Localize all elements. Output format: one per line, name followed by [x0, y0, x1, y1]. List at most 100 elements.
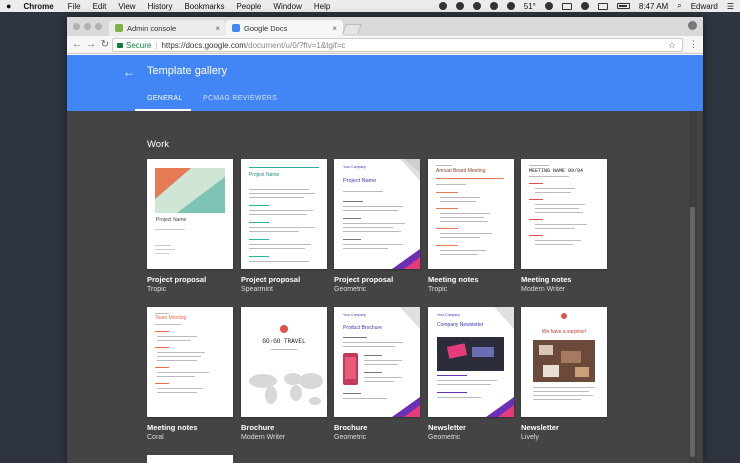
profile-icon[interactable]	[688, 21, 697, 30]
tab-label: Admin console	[127, 23, 177, 33]
shield-status-icon[interactable]	[472, 2, 481, 10]
clock[interactable]: 8:47 AM	[639, 2, 668, 11]
template-name: Meeting notes	[521, 275, 572, 284]
list-icon[interactable]: ☰	[727, 2, 734, 11]
thumb-title: Project Name	[343, 178, 377, 184]
thumb-title: Annual Board Meeting	[436, 168, 486, 174]
wifi-icon[interactable]	[544, 2, 553, 10]
thumb-title: Team Meeting	[155, 315, 187, 321]
template-style: Tropic	[428, 286, 448, 293]
thumb-company: Your Company	[343, 165, 367, 169]
browser-menu-icon[interactable]: ⋮	[689, 39, 698, 50]
forward-button[interactable]: →	[84, 39, 98, 50]
close-tab-icon[interactable]: ×	[332, 24, 337, 33]
template-style: Spearmint	[241, 286, 273, 293]
template-card-project-proposal-tropic[interactable]: Project Name	[147, 159, 233, 269]
template-style: Geometric	[428, 434, 461, 441]
weather-icon[interactable]	[506, 2, 515, 10]
template-style: Lively	[521, 434, 539, 441]
menu-edit[interactable]: Edit	[93, 2, 107, 11]
template-card-brochure-modern-writer[interactable]: GO·GO TRAVEL	[241, 307, 327, 417]
template-style: Geometric	[334, 286, 367, 293]
gallery-header: ← Template gallery GENERAL PCMAG REVIEWE…	[67, 55, 703, 111]
tab-google-docs[interactable]: Google Docs ×	[226, 20, 343, 36]
tab-general[interactable]: GENERAL	[147, 95, 183, 102]
display-icon[interactable]	[597, 2, 608, 10]
menu-bookmarks[interactable]: Bookmarks	[184, 2, 224, 11]
thumb-title: MEETING NAME 09/04	[529, 168, 584, 174]
template-card-meeting-notes-tropic[interactable]: Annual Board Meeting	[428, 159, 514, 269]
thumbnail-lively-photo	[533, 313, 595, 382]
template-name: Newsletter	[428, 423, 466, 432]
tab-admin-console[interactable]: Admin console ×	[109, 20, 226, 36]
thumbnail-geometric-decoration	[343, 307, 420, 417]
user-name[interactable]: Edward	[691, 2, 718, 11]
admin-favicon-icon	[115, 24, 123, 32]
thumb-title: Company Newsletter	[437, 322, 484, 328]
back-arrow-icon[interactable]: ←	[123, 65, 135, 79]
template-name: Project proposal	[147, 275, 207, 284]
template-name: Brochure	[241, 423, 275, 432]
apple-icon[interactable]: ●	[6, 1, 11, 11]
menu-app-name[interactable]: Chrome	[23, 2, 53, 11]
menu-history[interactable]: History	[148, 2, 173, 11]
thumb-company: Your Company	[343, 313, 367, 317]
template-card-project-proposal-spearmint[interactable]: Project Name	[241, 159, 327, 269]
template-name: Newsletter	[521, 423, 559, 432]
info-status-icon[interactable]	[489, 2, 498, 10]
volume-icon[interactable]	[580, 2, 589, 10]
section-title: Work	[147, 139, 169, 150]
settings-status-icon[interactable]	[438, 2, 447, 10]
separator: |	[155, 40, 158, 50]
thumb-brand: GO·GO TRAVEL	[262, 338, 306, 345]
secure-label: Secure	[126, 40, 152, 50]
minimize-window-button[interactable]	[84, 23, 91, 30]
template-card-partial[interactable]	[147, 455, 233, 463]
close-window-button[interactable]	[73, 23, 80, 30]
template-card-newsletter-geometric[interactable]: Your Company Company Newsletter	[428, 307, 514, 417]
template-style: Modern Writer	[241, 434, 286, 441]
tab-label: Google Docs	[244, 23, 288, 33]
template-name: Meeting notes	[147, 423, 198, 432]
airplay-icon[interactable]	[561, 2, 572, 10]
template-style: Tropic	[147, 286, 167, 293]
template-name: Brochure	[334, 423, 368, 432]
menu-file[interactable]: File	[68, 2, 81, 11]
address-bar[interactable]: Secure | https://docs.google.com /docume…	[112, 38, 683, 52]
template-name: Project proposal	[241, 275, 301, 284]
menu-help[interactable]: Help	[314, 2, 330, 11]
temperature-readout: 51°	[523, 1, 536, 11]
url-host: https://docs.google.com	[161, 40, 246, 50]
template-card-brochure-geometric[interactable]: Your Company Product Brochure	[334, 307, 420, 417]
template-style: Coral	[147, 434, 164, 441]
scrollbar-thumb[interactable]	[690, 207, 695, 457]
close-tab-icon[interactable]: ×	[215, 24, 220, 33]
search-icon[interactable]: ⌕	[677, 1, 681, 11]
zoom-window-button[interactable]	[95, 23, 102, 30]
template-card-meeting-notes-coral[interactable]: Team Meeting	[147, 307, 233, 417]
back-button[interactable]: ←	[70, 39, 84, 50]
new-tab-button[interactable]	[342, 24, 362, 34]
thumb-title: Product Brochure	[343, 325, 382, 331]
thumb-title: Project Name	[156, 217, 187, 223]
browser-window: Admin console × Google Docs × ← → ↻ Secu…	[67, 17, 703, 463]
page-title: Template gallery	[147, 65, 228, 77]
thumbnail-tropic-proposal	[155, 168, 225, 254]
template-card-newsletter-lively[interactable]: We have a surprise!	[521, 307, 607, 417]
reload-button[interactable]: ↻	[98, 39, 112, 50]
menu-view[interactable]: View	[118, 2, 135, 11]
template-card-meeting-notes-modern-writer[interactable]: MEETING NAME 09/04	[521, 159, 607, 269]
template-card-project-proposal-geometric[interactable]: Your Company Project Name	[334, 159, 420, 269]
battery-icon[interactable]	[616, 3, 630, 9]
thumbnail-geometric-decoration	[392, 159, 420, 269]
menu-people[interactable]: People	[236, 2, 261, 11]
docs-favicon-icon	[232, 24, 240, 32]
thumb-title: Project Name	[249, 172, 280, 178]
bookmark-star-icon[interactable]: ☆	[668, 40, 676, 51]
tab-pcmag-reviewers[interactable]: PCMAG REVIEWERS	[203, 95, 277, 102]
thumbnail-world-map	[249, 325, 323, 405]
template-style: Geometric	[334, 434, 367, 441]
lock-icon	[117, 42, 123, 48]
menu-window[interactable]: Window	[273, 2, 301, 11]
dropbox-status-icon[interactable]	[455, 2, 464, 10]
